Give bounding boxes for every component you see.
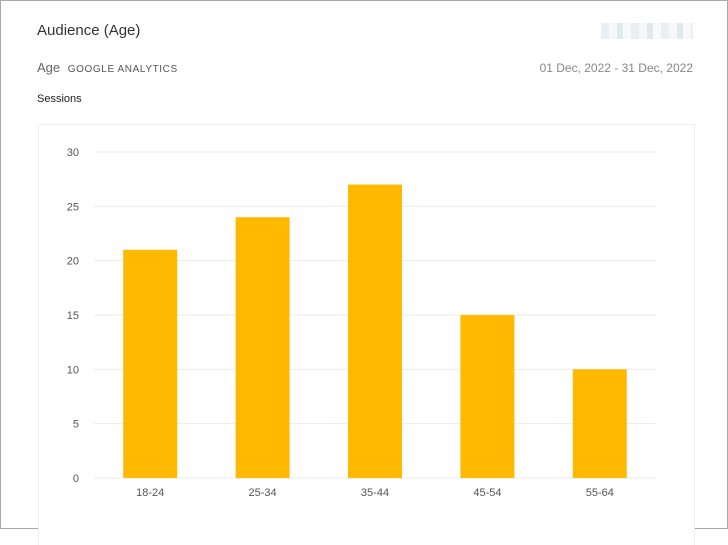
bar-25-34[interactable] [235, 217, 290, 478]
x-tick-label: 25-34 [249, 487, 277, 499]
widget-frame: Audience (Age) Age GOOGLE ANALYTICS 01 D… [0, 0, 728, 545]
bar-35-44[interactable] [348, 184, 402, 478]
x-tick-label: 18-24 [136, 487, 164, 499]
y-tick-label: 5 [73, 419, 79, 431]
y-axis-ticks: 0 5 10 15 20 25 30 [67, 147, 79, 485]
y-tick-label: 10 [67, 364, 79, 376]
x-tick-label: 45-54 [473, 487, 501, 499]
x-tick-label: 35-44 [361, 487, 389, 499]
bar-45-54[interactable] [460, 315, 515, 478]
y-tick-label: 15 [67, 310, 79, 322]
y-tick-label: 0 [73, 473, 79, 485]
bar-chart: 0 5 10 15 20 25 30 18-24 25-34 35-44 45-54 55-64 [67, 147, 656, 499]
y-tick-label: 25 [67, 201, 79, 213]
bar-18-24[interactable] [123, 249, 178, 478]
x-tick-label: 55-64 [586, 487, 614, 499]
bar-55-64[interactable] [572, 369, 627, 478]
x-axis-ticks: 18-24 25-34 35-44 45-54 55-64 [136, 487, 614, 499]
bar-layer [123, 184, 627, 478]
y-tick-label: 30 [67, 147, 79, 159]
y-tick-label: 20 [67, 256, 79, 268]
